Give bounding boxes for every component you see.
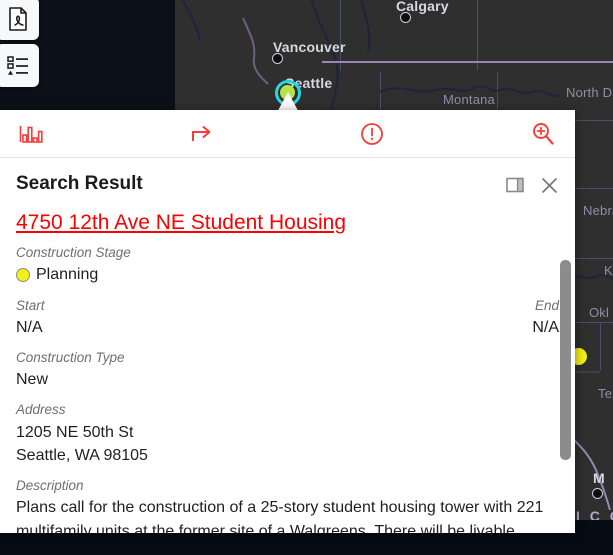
close-icon: [541, 177, 557, 193]
pdf-export-button[interactable]: [0, 0, 39, 40]
map-border-ne-sd: [575, 188, 613, 189]
map-region-label-kansas: K: [604, 263, 613, 278]
field-value-description: Plans call for the construction of a 25-…: [16, 499, 544, 533]
map-border-nd-sd: [575, 120, 613, 121]
map-region-label-mexico-city: M: [593, 470, 605, 486]
dock-panel-button[interactable]: [505, 175, 525, 195]
panel-header: Search Result: [0, 158, 575, 195]
alert-button[interactable]: [355, 117, 389, 151]
share-arrow-icon: [192, 126, 211, 141]
field-label-start: Start: [16, 297, 45, 313]
field-description: Description Plans call for the construct…: [16, 476, 559, 533]
field-start-end: Start N/A End N/A: [16, 296, 559, 339]
field-start: Start N/A: [16, 296, 45, 339]
map-island-d: [256, 53, 264, 59]
result-fields: Construction Stage Planning Start N/A En…: [0, 235, 575, 533]
field-end: End N/A: [532, 296, 559, 339]
chart-button[interactable]: [14, 117, 48, 151]
dock-panel-icon: [506, 177, 524, 193]
map-border-ok-tx: [600, 322, 601, 370]
map-city-label-vancouver: Vancouver: [273, 39, 346, 55]
field-label-construction-stage: Construction Stage: [16, 245, 131, 261]
panel-body: Search Result 4750 12th Ave NE Student H…: [0, 158, 575, 533]
alert-circle-icon: [361, 123, 383, 145]
field-address: Address 1205 NE 50th St Seattle, WA 9810…: [16, 400, 559, 467]
map-border-ks-ok: [575, 322, 613, 323]
panel-header-actions: [505, 174, 559, 195]
panel-scrollbar-thumb[interactable]: [560, 260, 571, 460]
bar-chart-icon: [19, 126, 43, 143]
field-value-end: N/A: [532, 318, 559, 336]
map-region-label-nebraska: Nebra: [583, 203, 613, 218]
map-city-dot-calgary: [400, 12, 411, 23]
search-result-panel: Search Result 4750 12th Ave NE Student H…: [0, 110, 575, 533]
legend-button[interactable]: [0, 44, 39, 87]
map-border-sk-mb: [477, 0, 478, 70]
map-border-ab-sk: [340, 0, 341, 70]
application-root: Calgary Vancouver Seattle Montana North …: [0, 0, 613, 555]
map-city-dot-mexico: [592, 488, 603, 499]
field-value-construction-stage: Planning: [36, 266, 99, 284]
map-region-label-oklahoma: Okl: [589, 305, 610, 320]
status-badge-dot: [16, 267, 30, 282]
field-value-construction-type: New: [16, 371, 49, 389]
map-region-label-montana: Montana: [443, 92, 495, 107]
result-title-link[interactable]: 4750 12th Ave NE Student Housing: [16, 211, 346, 235]
map-island-e: [262, 62, 268, 67]
map-city-dot-vancouver: [272, 53, 283, 64]
field-construction-type: Construction Type New: [16, 348, 559, 391]
pdf-document-icon: [8, 6, 27, 31]
map-region-label-north-dakota: North Da: [566, 85, 613, 100]
map-border-usa-canada: [322, 61, 613, 63]
map-region-label-texas: Tex: [598, 386, 613, 401]
field-value-start: N/A: [16, 318, 43, 336]
page-title: Search Result: [16, 173, 143, 194]
panel-toolbar: [0, 110, 575, 158]
zoom-in-icon: [533, 123, 554, 145]
field-label-construction-type: Construction Type: [16, 350, 125, 366]
share-button[interactable]: [185, 117, 219, 151]
field-label-end: End: [534, 297, 559, 313]
map-border-ne-ks: [575, 258, 613, 259]
field-value-address-line1: 1205 NE 50th St: [16, 423, 134, 441]
list-legend-icon: [6, 55, 28, 75]
field-value-address-line2: Seattle, WA 98105: [16, 446, 148, 464]
field-construction-stage: Construction Stage Planning: [16, 243, 559, 286]
zoom-to-button[interactable]: [526, 117, 560, 151]
field-value-construction-stage-row: Planning: [16, 263, 559, 286]
map-border-nd-mn: [497, 72, 498, 112]
field-label-address: Address: [16, 402, 66, 418]
field-label-description: Description: [16, 478, 84, 494]
close-button[interactable]: [539, 175, 559, 195]
